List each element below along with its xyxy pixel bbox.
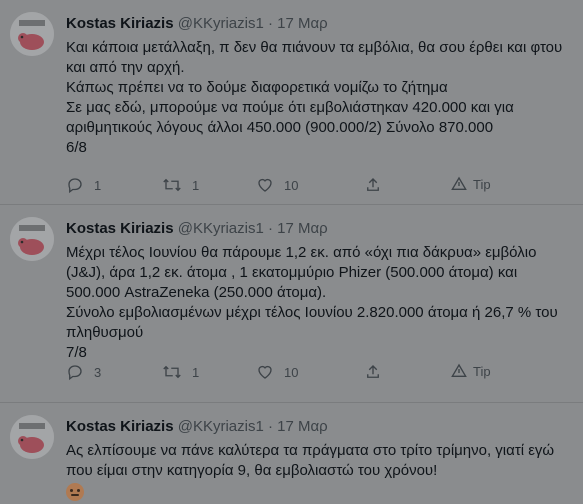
tweet-text: Ας ελπίσουμε να πάνε καλύτερα τα πράγματ… [66,441,571,504]
author-handle[interactable]: @KKyriazis1 [178,418,264,435]
reply-button[interactable]: 1 [66,176,101,194]
tweet-line: Και κάποια μετάλλαξη, π δεν θα πιάνουν τ… [66,39,563,76]
separator: · [267,15,273,32]
weary-face-emoji [66,483,84,501]
author-handle[interactable]: @KKyriazis1 [178,15,264,32]
tweet-line: Σε μας εδώ, μπορούμε να πούμε ότι εμβολι… [66,99,514,136]
share-button[interactable] [364,176,382,194]
tweet[interactable]: Kostas Kiriazis @KKyriazis1 · 17 Μαρ Ας … [0,403,583,501]
reply-count: 3 [94,364,102,380]
tweet-text: Μέχρι τέλος Ιουνίου θα πάρουμε 1,2 εκ. α… [66,243,571,363]
tweet-date[interactable]: 17 Μαρ [277,418,328,435]
reply-count: 1 [94,177,102,193]
tweet-date[interactable]: 17 Μαρ [277,220,328,237]
tweet-header: Kostas Kiriazis @KKyriazis1 · 17 Μαρ [66,219,328,239]
like-count: 10 [284,177,299,193]
tweet-line: 6/8 [66,139,87,156]
author-name[interactable]: Kostas Kiriazis [66,15,174,32]
reply-button[interactable]: 3 [66,363,101,381]
tweet-line: Ας ελπίσουμε να πάνε καλύτερα τα πράγματ… [66,442,555,479]
avatar[interactable] [10,217,54,261]
timeline: Kostas Kiriazis @KKyriazis1 · 17 Μαρ Και… [0,0,583,501]
share-icon [367,178,379,191]
heart-icon [258,178,272,192]
tweet-actions: 1 1 10 Tip [66,176,506,196]
retweet-count: 1 [192,364,200,380]
retweet-icon [163,365,181,379]
author-handle[interactable]: @KKyriazis1 [178,220,264,237]
tweet-line: Σύνολο εμβολιασμένων μέχρι τέλος Ιουνίου… [66,304,558,341]
tweet-line: 7/8 [66,344,87,361]
tip-icon [451,363,467,377]
tweet-header: Kostas Kiriazis @KKyriazis1 · 17 Μαρ [66,417,328,437]
avatar[interactable] [10,12,54,56]
like-button[interactable]: 10 [256,176,298,194]
tip-button[interactable]: Tip [451,176,491,192]
tweet[interactable]: Kostas Kiriazis @KKyriazis1 · 17 Μαρ Και… [0,0,583,205]
like-button[interactable]: 10 [256,363,298,381]
avatar[interactable] [10,415,54,459]
tip-button[interactable]: Tip [451,363,491,379]
tweet-text: Και κάποια μετάλλαξη, π δεν θα πιάνουν τ… [66,38,571,158]
retweet-button[interactable]: 1 [162,363,199,381]
author-name[interactable]: Kostas Kiriazis [66,220,174,237]
like-count: 10 [284,364,299,380]
tip-label: Tip [473,176,491,192]
heart-icon [258,365,272,379]
separator: · [267,418,273,435]
tweet-line: Μέχρι τέλος Ιουνίου θα πάρουμε 1,2 εκ. α… [66,244,537,301]
retweet-icon [163,178,181,192]
author-name[interactable]: Kostas Kiriazis [66,418,174,435]
tweet-actions: 3 1 10 Tip [66,363,506,383]
tweet-emoji-line [66,483,571,504]
retweet-count: 1 [192,177,200,193]
tweet-line: Κάπως πρέπει να το δούμε διαφορετικά νομ… [66,79,448,96]
reply-icon [68,178,82,194]
tip-label: Tip [473,363,491,379]
tweet-header: Kostas Kiriazis @KKyriazis1 · 17 Μαρ [66,14,328,34]
retweet-button[interactable]: 1 [162,176,199,194]
tip-icon [451,176,467,190]
reply-icon [68,365,82,381]
separator: · [267,220,273,237]
share-icon [367,365,379,378]
tweet-date[interactable]: 17 Μαρ [277,15,328,32]
share-button[interactable] [364,363,382,381]
tweet[interactable]: Kostas Kiriazis @KKyriazis1 · 17 Μαρ Μέχ… [0,205,583,403]
